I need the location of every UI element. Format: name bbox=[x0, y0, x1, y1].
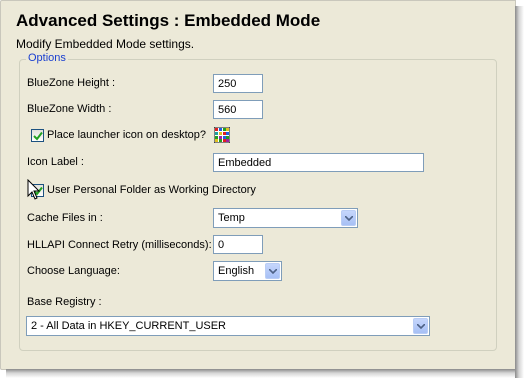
panel-shadow-right bbox=[515, 6, 524, 378]
dropdown-arrow-icon[interactable] bbox=[413, 318, 428, 334]
launcher-icon-label: Place launcher icon on desktop? bbox=[47, 129, 206, 141]
page-title: Advanced Settings : Embedded Mode bbox=[16, 11, 321, 30]
launcher-icon-checkbox[interactable] bbox=[31, 129, 44, 142]
personal-folder-label: User Personal Folder as Working Director… bbox=[47, 184, 256, 196]
language-label: Choose Language: bbox=[27, 265, 120, 277]
mouse-cursor-icon bbox=[27, 179, 41, 200]
bluezone-width-label: BlueZone Width : bbox=[27, 103, 112, 115]
dropdown-arrow-icon[interactable] bbox=[341, 210, 356, 226]
bluezone-height-input[interactable] bbox=[213, 74, 263, 93]
bluezone-height-label: BlueZone Height : bbox=[27, 77, 116, 89]
language-value: English bbox=[218, 265, 255, 277]
page-subtitle: Modify Embedded Mode settings. bbox=[16, 37, 195, 51]
language-select[interactable]: English bbox=[213, 261, 282, 281]
launcher-icon bbox=[214, 127, 230, 143]
base-registry-value: 2 - All Data in HKEY_CURRENT_USER bbox=[31, 320, 227, 332]
icon-label-input[interactable] bbox=[213, 153, 424, 172]
cache-files-select[interactable]: Temp bbox=[213, 208, 358, 228]
bluezone-width-input[interactable] bbox=[213, 100, 263, 119]
options-legend: Options bbox=[26, 52, 68, 64]
base-registry-label: Base Registry : bbox=[27, 296, 102, 308]
icon-label-label: Icon Label : bbox=[27, 156, 84, 168]
dropdown-arrow-icon[interactable] bbox=[265, 263, 280, 279]
cache-files-value: Temp bbox=[218, 212, 245, 224]
hllapi-retry-input[interactable] bbox=[213, 235, 263, 254]
panel-shadow-bottom bbox=[6, 369, 515, 378]
hllapi-retry-label: HLLAPI Connect Retry (milliseconds): bbox=[27, 239, 212, 251]
checkmark-icon bbox=[33, 131, 43, 141]
cache-files-label: Cache Files in : bbox=[27, 212, 103, 224]
base-registry-select[interactable]: 2 - All Data in HKEY_CURRENT_USER bbox=[26, 316, 430, 336]
